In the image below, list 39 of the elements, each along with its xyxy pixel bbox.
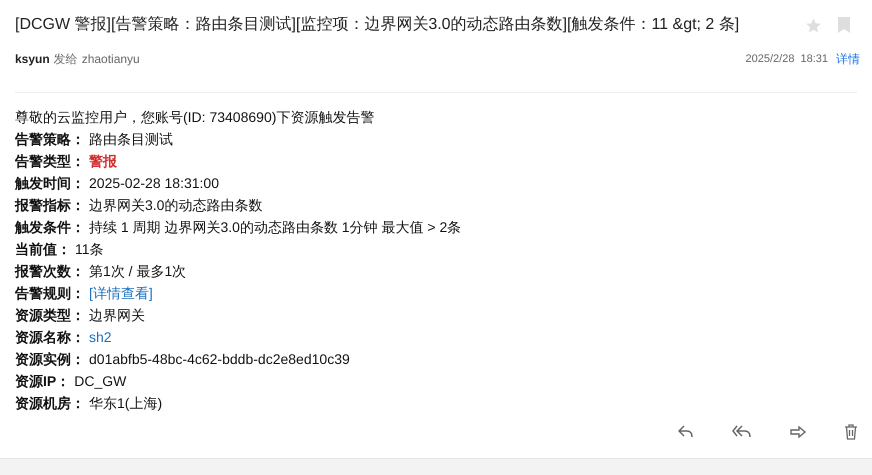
value-text: 边界网关: [89, 306, 145, 325]
field-label: 触发时间：: [15, 174, 85, 193]
details-link[interactable]: 详情: [836, 50, 860, 68]
trash-icon[interactable]: [844, 424, 858, 440]
forward-icon[interactable]: [790, 426, 806, 438]
value-text: 持续 1 周期 边界网关3.0的动态路由条数 1分钟 最大值 > 2条: [89, 218, 462, 237]
sent-time: 18:31: [800, 52, 828, 67]
field-label: 报警次数：: [15, 262, 85, 281]
field-label: 资源实例：: [15, 350, 85, 369]
value-text: 边界网关3.0的动态路由条数: [89, 196, 262, 215]
field-label: 告警规则：: [15, 284, 85, 303]
field-label: 资源机房：: [15, 394, 85, 413]
value-link[interactable]: [详情查看]: [89, 282, 153, 304]
greeting-text: 尊敬的云监控用户，您账号(ID: 73408690)下资源触发告警: [15, 108, 376, 127]
sender-name: ksyun: [15, 51, 50, 68]
field-label: 告警策略：: [15, 130, 85, 149]
star-icon[interactable]: [805, 16, 822, 34]
value-text: DC_GW: [74, 372, 126, 391]
email-subject: [DCGW 警报][告警策略：路由条目测试][监控项：边界网关3.0的动态路由条数][触发条件：11 &gt; 2 条]: [15, 14, 740, 35]
value-text: 第1次 / 最多1次: [89, 262, 186, 281]
reply-icon[interactable]: [678, 425, 694, 439]
field-label: 资源IP：: [15, 372, 70, 391]
value-text: 路由条目测试: [89, 130, 173, 149]
field-label: 当前值：: [15, 240, 71, 259]
field-label: 报警指标：: [15, 196, 85, 215]
recipient-name: zhaotianyu: [82, 51, 140, 68]
value-text: d01abfb5-48bc-4c62-bddb-dc2e8ed10c39: [89, 350, 350, 369]
field-label: 资源名称：: [15, 328, 85, 347]
sent-to-label: 发给: [54, 51, 78, 68]
sent-date: 2025/2/28: [746, 52, 794, 67]
value-text: 2025-02-28 18:31:00: [89, 174, 219, 193]
value-link[interactable]: sh2: [89, 326, 112, 348]
field-label: 告警类型：: [15, 152, 85, 171]
alert-type-text: 警报: [89, 152, 117, 171]
field-label: 触发条件：: [15, 218, 85, 237]
field-label: 资源类型：: [15, 306, 85, 325]
value-text: 华东1(上海): [89, 394, 162, 413]
reply-all-icon[interactable]: [732, 425, 752, 439]
value-text: 11条: [75, 240, 104, 259]
